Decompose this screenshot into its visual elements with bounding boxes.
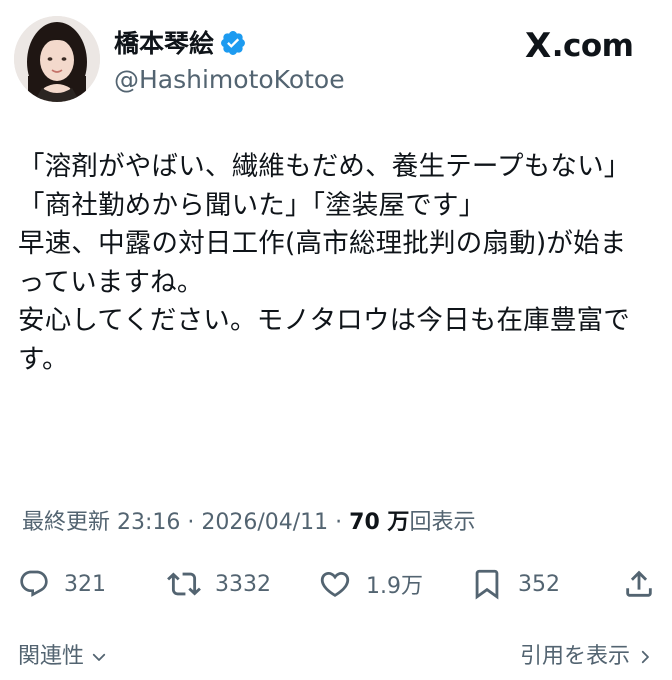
x-logo-text: .com [551,28,634,64]
like-count: 1.9万 [366,574,423,599]
author-display-name[interactable]: 橋本琴絵 [114,28,214,60]
tweet-header: 橋本琴絵 @HashimotoKotoe X .com [0,0,672,120]
related-label: 関連性 [18,644,85,669]
view-quotes-link[interactable]: 引用を表示 [520,642,654,672]
action-bar: 321 3332 1.9万 352 [0,562,672,606]
views-label: 回表示 [409,510,476,535]
chevron-right-icon [641,650,649,664]
chevron-down-icon [92,653,106,661]
heart-icon [320,571,350,597]
repost-icon [167,572,201,596]
avatar[interactable] [14,16,100,102]
avatar-image [14,16,100,102]
x-logo[interactable]: X .com [525,26,634,66]
x-logo-mark: X [525,26,551,66]
like-button[interactable]: 1.9万 [318,562,423,606]
reply-button[interactable]: 321 [18,562,106,606]
tweet-line: 「商社勤めから聞いた」「塗装屋です」 [18,189,486,221]
quotes-label: 引用を表示 [519,644,630,669]
repost-count: 3332 [215,571,271,597]
bookmark-count: 352 [518,571,560,597]
bookmark-icon [475,569,499,600]
reply-icon [20,570,48,597]
tweet-meta: 最終更新 23:16 · 2026/04/11 · 70 万回表示 [22,508,475,538]
timestamp[interactable]: 最終更新 23:16 · 2026/04/11 · [22,510,349,535]
divider [0,626,672,627]
share-icon [626,570,652,597]
related-dropdown[interactable]: 関連性 [18,642,108,672]
tweet-line: 「溶剤がやばい、繊維もだめ、養生テープもない」 [18,151,631,182]
author-handle[interactable]: @HashimotoKotoe [114,64,345,96]
tweet-text: 「溶剤がやばい、繊維もだめ、養生テープもない」 「商社勤めから聞いた」「塗装屋で… [18,148,638,379]
verified-badge-icon [221,31,245,55]
views-count: 70 万 [349,510,410,535]
bookmark-button[interactable]: 352 [470,562,560,606]
tweet-line: 早速、中露の対日工作(高市総理批判の扇動)が始まっていますね。 [18,228,627,298]
share-button[interactable] [622,562,656,606]
tweet-line: 安心してください。モノタロウは今日も在庫豊富です。 [18,305,630,375]
repost-button[interactable]: 3332 [167,562,271,606]
reply-count: 321 [64,571,106,597]
